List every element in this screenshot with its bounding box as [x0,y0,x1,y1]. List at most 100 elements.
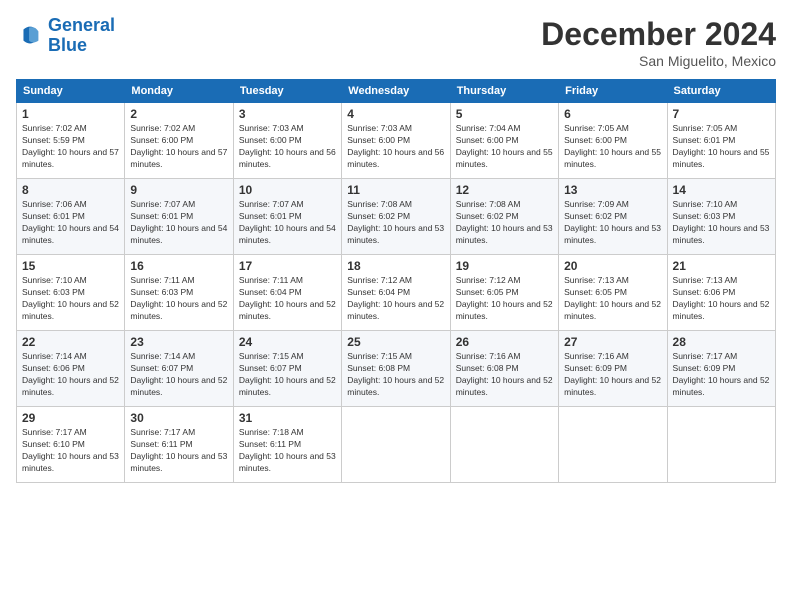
day-number: 9 [130,183,227,197]
title-area: December 2024 San Miguelito, Mexico [541,16,776,69]
day-info: Sunrise: 7:17 AMSunset: 6:10 PMDaylight:… [22,427,119,473]
day-info: Sunrise: 7:02 AMSunset: 5:59 PMDaylight:… [22,123,119,169]
day-info: Sunrise: 7:07 AMSunset: 6:01 PMDaylight:… [239,199,336,245]
table-row: 8 Sunrise: 7:06 AMSunset: 6:01 PMDayligh… [17,179,125,255]
day-number: 6 [564,107,661,121]
table-row: 18 Sunrise: 7:12 AMSunset: 6:04 PMDaylig… [342,255,450,331]
day-info: Sunrise: 7:08 AMSunset: 6:02 PMDaylight:… [456,199,553,245]
day-number: 18 [347,259,444,273]
table-row [559,407,667,483]
table-row: 11 Sunrise: 7:08 AMSunset: 6:02 PMDaylig… [342,179,450,255]
calendar-week-3: 15 Sunrise: 7:10 AMSunset: 6:03 PMDaylig… [17,255,776,331]
day-number: 3 [239,107,336,121]
col-monday: Monday [125,80,233,103]
table-row: 22 Sunrise: 7:14 AMSunset: 6:06 PMDaylig… [17,331,125,407]
day-info: Sunrise: 7:12 AMSunset: 6:05 PMDaylight:… [456,275,553,321]
day-info: Sunrise: 7:11 AMSunset: 6:04 PMDaylight:… [239,275,336,321]
table-row: 25 Sunrise: 7:15 AMSunset: 6:08 PMDaylig… [342,331,450,407]
day-info: Sunrise: 7:03 AMSunset: 6:00 PMDaylight:… [239,123,336,169]
col-thursday: Thursday [450,80,558,103]
day-info: Sunrise: 7:18 AMSunset: 6:11 PMDaylight:… [239,427,336,473]
logo-icon [16,22,44,50]
day-info: Sunrise: 7:15 AMSunset: 6:07 PMDaylight:… [239,351,336,397]
table-row: 9 Sunrise: 7:07 AMSunset: 6:01 PMDayligh… [125,179,233,255]
calendar-table: Sunday Monday Tuesday Wednesday Thursday… [16,79,776,483]
table-row: 16 Sunrise: 7:11 AMSunset: 6:03 PMDaylig… [125,255,233,331]
col-sunday: Sunday [17,80,125,103]
table-row: 28 Sunrise: 7:17 AMSunset: 6:09 PMDaylig… [667,331,775,407]
header: General Blue December 2024 San Miguelito… [16,16,776,69]
day-info: Sunrise: 7:12 AMSunset: 6:04 PMDaylight:… [347,275,444,321]
col-friday: Friday [559,80,667,103]
day-number: 19 [456,259,553,273]
day-number: 12 [456,183,553,197]
day-number: 27 [564,335,661,349]
day-info: Sunrise: 7:14 AMSunset: 6:07 PMDaylight:… [130,351,227,397]
day-info: Sunrise: 7:13 AMSunset: 6:05 PMDaylight:… [564,275,661,321]
col-saturday: Saturday [667,80,775,103]
day-number: 11 [347,183,444,197]
table-row: 7 Sunrise: 7:05 AMSunset: 6:01 PMDayligh… [667,103,775,179]
day-number: 29 [22,411,119,425]
day-number: 10 [239,183,336,197]
calendar-header-row: Sunday Monday Tuesday Wednesday Thursday… [17,80,776,103]
day-number: 26 [456,335,553,349]
table-row: 21 Sunrise: 7:13 AMSunset: 6:06 PMDaylig… [667,255,775,331]
day-info: Sunrise: 7:15 AMSunset: 6:08 PMDaylight:… [347,351,444,397]
table-row: 23 Sunrise: 7:14 AMSunset: 6:07 PMDaylig… [125,331,233,407]
day-number: 5 [456,107,553,121]
day-number: 17 [239,259,336,273]
logo: General Blue [16,16,115,56]
table-row: 4 Sunrise: 7:03 AMSunset: 6:00 PMDayligh… [342,103,450,179]
table-row: 26 Sunrise: 7:16 AMSunset: 6:08 PMDaylig… [450,331,558,407]
table-row: 3 Sunrise: 7:03 AMSunset: 6:00 PMDayligh… [233,103,341,179]
day-number: 21 [673,259,770,273]
day-number: 15 [22,259,119,273]
logo-blue: Blue [48,35,87,55]
calendar-week-2: 8 Sunrise: 7:06 AMSunset: 6:01 PMDayligh… [17,179,776,255]
day-info: Sunrise: 7:17 AMSunset: 6:11 PMDaylight:… [130,427,227,473]
table-row: 5 Sunrise: 7:04 AMSunset: 6:00 PMDayligh… [450,103,558,179]
day-info: Sunrise: 7:17 AMSunset: 6:09 PMDaylight:… [673,351,770,397]
day-number: 7 [673,107,770,121]
location: San Miguelito, Mexico [541,53,776,69]
day-info: Sunrise: 7:16 AMSunset: 6:09 PMDaylight:… [564,351,661,397]
day-number: 1 [22,107,119,121]
day-info: Sunrise: 7:07 AMSunset: 6:01 PMDaylight:… [130,199,227,245]
day-number: 31 [239,411,336,425]
day-info: Sunrise: 7:11 AMSunset: 6:03 PMDaylight:… [130,275,227,321]
day-info: Sunrise: 7:03 AMSunset: 6:00 PMDaylight:… [347,123,444,169]
day-info: Sunrise: 7:04 AMSunset: 6:00 PMDaylight:… [456,123,553,169]
day-number: 4 [347,107,444,121]
day-number: 16 [130,259,227,273]
table-row: 20 Sunrise: 7:13 AMSunset: 6:05 PMDaylig… [559,255,667,331]
table-row: 12 Sunrise: 7:08 AMSunset: 6:02 PMDaylig… [450,179,558,255]
day-info: Sunrise: 7:10 AMSunset: 6:03 PMDaylight:… [673,199,770,245]
month-title: December 2024 [541,16,776,53]
day-number: 13 [564,183,661,197]
table-row: 6 Sunrise: 7:05 AMSunset: 6:00 PMDayligh… [559,103,667,179]
table-row: 27 Sunrise: 7:16 AMSunset: 6:09 PMDaylig… [559,331,667,407]
calendar-week-5: 29 Sunrise: 7:17 AMSunset: 6:10 PMDaylig… [17,407,776,483]
calendar-week-1: 1 Sunrise: 7:02 AMSunset: 5:59 PMDayligh… [17,103,776,179]
table-row: 30 Sunrise: 7:17 AMSunset: 6:11 PMDaylig… [125,407,233,483]
logo-general: General [48,15,115,35]
day-number: 25 [347,335,444,349]
day-number: 14 [673,183,770,197]
table-row: 10 Sunrise: 7:07 AMSunset: 6:01 PMDaylig… [233,179,341,255]
day-info: Sunrise: 7:08 AMSunset: 6:02 PMDaylight:… [347,199,444,245]
table-row [450,407,558,483]
day-number: 2 [130,107,227,121]
day-number: 30 [130,411,227,425]
logo-text: General Blue [48,16,115,56]
table-row: 24 Sunrise: 7:15 AMSunset: 6:07 PMDaylig… [233,331,341,407]
day-number: 8 [22,183,119,197]
day-info: Sunrise: 7:06 AMSunset: 6:01 PMDaylight:… [22,199,119,245]
day-info: Sunrise: 7:13 AMSunset: 6:06 PMDaylight:… [673,275,770,321]
day-info: Sunrise: 7:16 AMSunset: 6:08 PMDaylight:… [456,351,553,397]
table-row: 31 Sunrise: 7:18 AMSunset: 6:11 PMDaylig… [233,407,341,483]
table-row [667,407,775,483]
day-info: Sunrise: 7:10 AMSunset: 6:03 PMDaylight:… [22,275,119,321]
col-tuesday: Tuesday [233,80,341,103]
day-info: Sunrise: 7:05 AMSunset: 6:00 PMDaylight:… [564,123,661,169]
